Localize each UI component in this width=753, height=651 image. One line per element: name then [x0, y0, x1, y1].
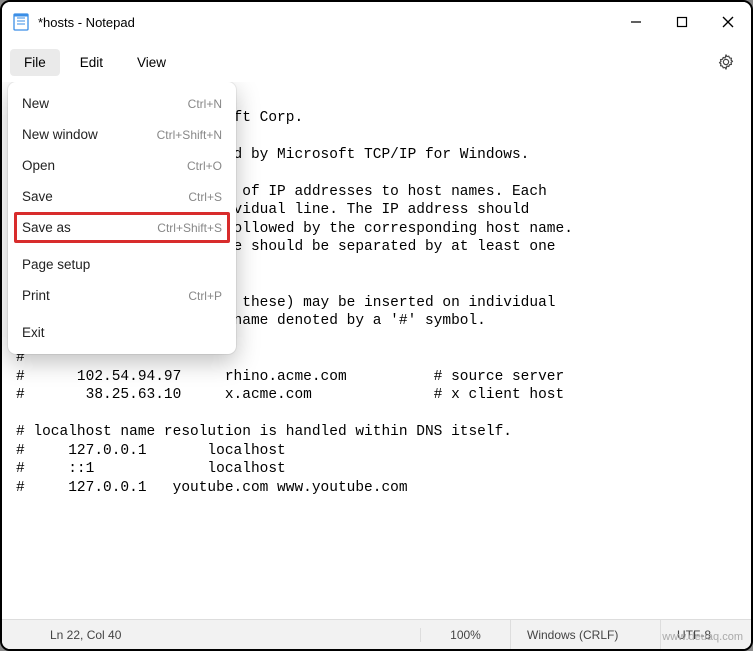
status-line-ending: Windows (CRLF)	[511, 620, 661, 649]
window-controls	[613, 2, 751, 42]
menu-item-label: Exit	[22, 325, 45, 340]
menu-item-shortcut: Ctrl+N	[188, 97, 222, 111]
menu-item-new[interactable]: New Ctrl+N	[12, 88, 232, 119]
gear-icon	[717, 53, 735, 71]
content-area: icrosoft Corp. le used by Microsoft TCP/…	[2, 82, 751, 619]
menu-item-page-setup[interactable]: Page setup	[12, 249, 232, 280]
menu-item-label: Print	[22, 288, 50, 303]
menu-view[interactable]: View	[123, 49, 180, 76]
menu-item-label: Save as	[22, 220, 71, 235]
status-encoding: UTF-8	[661, 620, 751, 649]
menu-item-shortcut: Ctrl+O	[187, 159, 222, 173]
notepad-window: *hosts - Notepad File Edit View	[0, 0, 753, 651]
titlebar: *hosts - Notepad	[2, 2, 751, 42]
menu-item-shortcut: Ctrl+S	[188, 190, 222, 204]
menu-item-print[interactable]: Print Ctrl+P	[12, 280, 232, 311]
statusbar: Ln 22, Col 40 100% Windows (CRLF) UTF-8	[2, 619, 751, 649]
menu-item-exit[interactable]: Exit	[12, 317, 232, 348]
menu-item-label: Open	[22, 158, 55, 173]
status-zoom[interactable]: 100%	[421, 620, 511, 649]
settings-button[interactable]	[709, 45, 743, 79]
menu-item-shortcut: Ctrl+P	[188, 289, 222, 303]
menu-file[interactable]: File	[10, 49, 60, 76]
menu-item-save[interactable]: Save Ctrl+S	[12, 181, 232, 212]
maximize-button[interactable]	[659, 2, 705, 42]
menu-item-shortcut: Ctrl+Shift+N	[157, 128, 222, 142]
status-position: Ln 22, Col 40	[2, 628, 421, 642]
notepad-icon	[12, 13, 30, 31]
menu-item-shortcut: Ctrl+Shift+S	[157, 221, 222, 235]
menu-edit[interactable]: Edit	[66, 49, 117, 76]
file-menu-dropdown: New Ctrl+N New window Ctrl+Shift+N Open …	[8, 82, 236, 354]
menu-item-label: Page setup	[22, 257, 90, 272]
menu-item-label: New	[22, 96, 49, 111]
menu-item-label: New window	[22, 127, 98, 142]
menu-item-save-as[interactable]: Save as Ctrl+Shift+S	[12, 212, 232, 243]
menu-item-new-window[interactable]: New window Ctrl+Shift+N	[12, 119, 232, 150]
menu-item-open[interactable]: Open Ctrl+O	[12, 150, 232, 181]
status-position-text: Ln 22, Col 40	[50, 628, 121, 642]
menu-item-label: Save	[22, 189, 53, 204]
menubar: File Edit View	[2, 42, 751, 82]
minimize-button[interactable]	[613, 2, 659, 42]
close-button[interactable]	[705, 2, 751, 42]
window-title: *hosts - Notepad	[38, 15, 613, 30]
